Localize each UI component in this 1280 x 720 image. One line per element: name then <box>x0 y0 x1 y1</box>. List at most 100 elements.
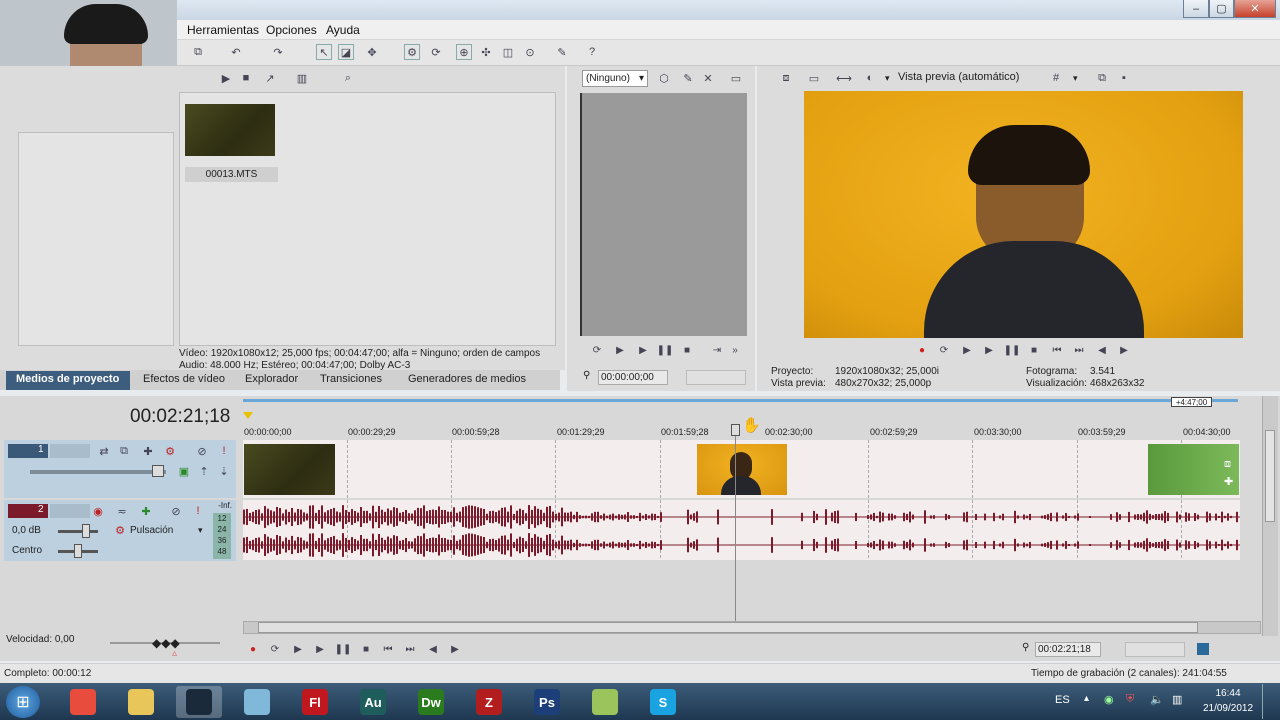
mute-icon[interactable]: ⊘ <box>168 503 184 519</box>
clock-time[interactable]: 16:44 <box>1198 688 1258 699</box>
clear-icon[interactable]: ✕ <box>700 70 716 86</box>
taskbar-app-button[interactable]: Z <box>466 686 512 718</box>
copy-icon[interactable]: ⧉ <box>190 44 206 60</box>
pause-icon[interactable]: ❚❚ <box>335 642 352 656</box>
tab-generadores-de-medios[interactable]: Generadores de medios <box>408 373 526 385</box>
tray-app-icon[interactable]: ◉ <box>1104 693 1114 706</box>
play-from-start-icon[interactable]: ▶ <box>960 343 974 357</box>
trimmer-stop-icon[interactable]: ■ <box>680 343 694 357</box>
pan-crop-icon[interactable]: ⧈ <box>1224 458 1231 471</box>
zoom-tool-icon[interactable]: ⊙ <box>522 44 538 60</box>
taskbar-app-button[interactable] <box>234 686 280 718</box>
stop-icon[interactable]: ■ <box>238 70 254 86</box>
pin-icon[interactable]: ✎ <box>680 70 696 86</box>
auto-ripple-icon[interactable]: ⚙ <box>404 44 420 60</box>
auto-preview-icon[interactable]: ↗ <box>262 70 278 86</box>
tray-shield-icon[interactable]: ⛨ <box>1126 693 1134 706</box>
go-to-end-icon[interactable]: ⏭ <box>1072 343 1086 357</box>
trimmer-play-icon[interactable]: ▶ <box>636 343 650 357</box>
external-monitor-icon[interactable]: ▭ <box>806 70 822 86</box>
solo-icon[interactable]: ! <box>190 503 206 519</box>
maximize-button[interactable]: ▢ <box>1209 0 1234 18</box>
save-snapshot-icon[interactable]: ▪ <box>1116 70 1132 86</box>
play-icon[interactable]: ▶ <box>313 642 327 656</box>
language-indicator[interactable]: ES <box>1055 694 1070 706</box>
volume-slider[interactable] <box>58 530 98 533</box>
go-to-start-icon[interactable]: ⏮ <box>381 642 395 656</box>
child-icon[interactable]: ⇣ <box>216 463 232 479</box>
redo-icon[interactable]: ↷ <box>270 44 286 60</box>
mute-icon[interactable]: ⊘ <box>194 443 210 459</box>
trimmer-out-field[interactable] <box>686 370 746 385</box>
envelope-tool-icon[interactable]: ◪ <box>338 44 354 60</box>
play-icon[interactable]: ▶ <box>218 70 234 86</box>
taskbar-app-button[interactable]: Au <box>350 686 396 718</box>
fx-tool-icon[interactable]: ✎ <box>554 44 570 60</box>
record-icon[interactable]: ● <box>915 343 929 357</box>
trim-icon[interactable]: ⬡ <box>656 70 672 86</box>
show-desktop-button[interactable] <box>1262 684 1278 719</box>
close-button[interactable]: ✕ <box>1234 0 1276 18</box>
video-thumb-start[interactable] <box>244 444 335 495</box>
taskbar-app-button[interactable]: Fl <box>292 686 338 718</box>
pan-type-icon[interactable]: ⚙ <box>112 522 128 538</box>
normal-edit-tool-icon[interactable]: ↖ <box>316 44 332 60</box>
level-slider-handle[interactable] <box>152 465 164 477</box>
next-frame-icon[interactable]: ▶ <box>1117 343 1131 357</box>
trimmer-select[interactable]: (Ninguno) ▾ <box>582 70 648 87</box>
pan-type-label[interactable]: Pulsación <box>130 525 173 536</box>
play-from-start-icon[interactable]: ▶ <box>291 642 305 656</box>
playhead-line[interactable] <box>735 424 736 624</box>
trimmer-loop-icon[interactable]: ⟳ <box>590 343 604 357</box>
tray-chevron-icon[interactable]: ▴ <box>1084 693 1089 704</box>
trimmer-add-icon[interactable]: ⇥ <box>710 343 724 357</box>
audio-fx-icon[interactable]: ✚ <box>138 503 154 519</box>
track-name-field[interactable] <box>50 504 90 518</box>
copy-snapshot-icon[interactable]: ⧉ <box>1094 70 1110 86</box>
clock-date[interactable]: 21/09/2012 <box>1198 703 1258 714</box>
quantize-icon[interactable]: ✣ <box>478 44 494 60</box>
event-fx-icon[interactable]: ✚ <box>1224 475 1233 488</box>
selection-tool-icon[interactable]: ✥ <box>364 44 380 60</box>
record-icon[interactable]: ● <box>246 642 260 656</box>
stop-icon[interactable]: ■ <box>359 642 373 656</box>
timeline-loop-bar[interactable] <box>243 399 1238 402</box>
track-name-field[interactable] <box>50 444 90 458</box>
overlays-icon[interactable]: # <box>1048 70 1064 86</box>
pause-icon[interactable]: ❚❚ <box>1004 343 1021 357</box>
taskbar-app-button[interactable]: Ps <box>524 686 570 718</box>
play-icon[interactable]: ▶ <box>982 343 996 357</box>
trimmer-play-start-icon[interactable]: ▶ <box>613 343 627 357</box>
level-slider[interactable] <box>30 470 166 474</box>
volume-slider-handle[interactable] <box>82 524 90 538</box>
go-to-start-icon[interactable]: ⏮ <box>1050 343 1064 357</box>
pan-slider-handle[interactable] <box>74 544 82 558</box>
track-fx-icon[interactable]: ✚ <box>140 443 156 459</box>
taskbar-app-button[interactable] <box>176 686 222 718</box>
taskbar-app-button[interactable]: Dw <box>408 686 454 718</box>
bottom-out-field[interactable] <box>1125 642 1185 657</box>
lock-envelopes-icon[interactable]: ⟳ <box>428 44 444 60</box>
h-scrollbar-thumb[interactable] <box>258 622 1198 633</box>
start-button[interactable]: ⊞ <box>6 686 40 718</box>
loop-icon[interactable]: ⟳ <box>937 343 951 357</box>
track-motion-icon[interactable]: ⇄ <box>96 443 112 459</box>
trimmer-more-icon[interactable]: » <box>728 343 742 357</box>
compositing-mode-icon[interactable]: ▣ <box>176 463 192 479</box>
tab-efectos-de-video[interactable]: Efectos de vídeo <box>143 373 225 385</box>
taskbar-app-button[interactable] <box>582 686 628 718</box>
scrollbar-thumb[interactable] <box>1265 430 1275 522</box>
taskbar-app-button[interactable]: S <box>640 686 686 718</box>
properties-icon[interactable]: ⧈ <box>778 70 794 86</box>
composite-icon[interactable]: ⧉ <box>116 443 132 459</box>
arm-record-icon[interactable]: ◉ <box>90 503 106 519</box>
taskbar-app-button[interactable] <box>118 686 164 718</box>
undo-icon[interactable]: ↶ <box>228 44 244 60</box>
menu-ayuda[interactable]: Ayuda <box>326 23 360 37</box>
media-thumbnail[interactable] <box>185 104 275 156</box>
tab-explorador[interactable]: Explorador <box>245 373 298 385</box>
auto-crossfade-icon[interactable]: ◫ <box>500 44 516 60</box>
snapshot-icon[interactable] <box>1197 643 1209 655</box>
next-frame-icon[interactable]: ▶ <box>448 642 462 656</box>
monitor-icon[interactable]: ▭ <box>728 70 744 86</box>
